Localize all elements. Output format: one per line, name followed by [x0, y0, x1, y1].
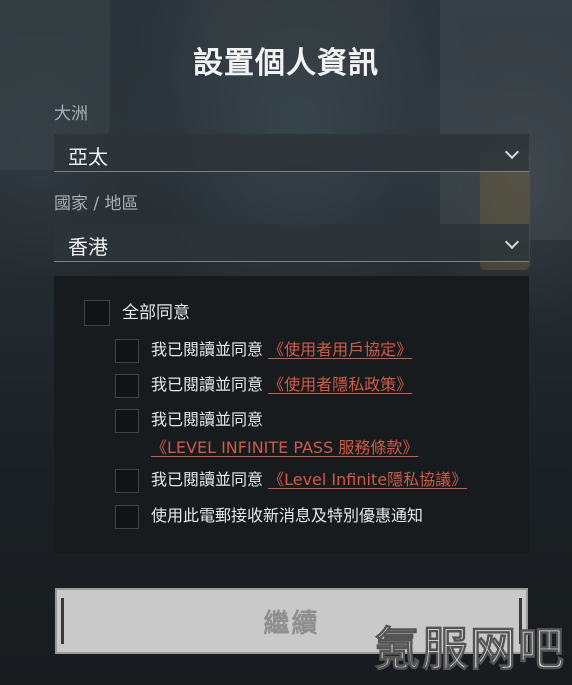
agreement-prefix: 我已閱讀並同意 [151, 470, 264, 489]
chevron-down-icon [504, 144, 520, 160]
agree-all-label: 全部同意 [122, 303, 190, 323]
privacy-policy-link[interactable]: 《使用者隱私政策》 [268, 375, 412, 394]
page-title: 設置個人資訊 [193, 46, 379, 81]
agreement-label: 我已閱讀並同意 《使用者用戶協定》 [151, 339, 412, 361]
agree-all-checkbox[interactable] [84, 300, 110, 326]
user-agreement-link[interactable]: 《使用者用戶協定》 [268, 340, 412, 359]
button-edge [61, 598, 64, 644]
agreement-row-level-infinite-privacy[interactable]: 我已閱讀並同意 《Level Infinite隱私協議》 [115, 469, 467, 493]
user-agreement-checkbox[interactable] [115, 339, 139, 363]
agreement-label: 我已閱讀並同意 《使用者隱私政策》 [151, 374, 412, 396]
agreement-row-marketing-email[interactable]: 使用此電郵接收新消息及特別優惠通知 [115, 505, 423, 529]
agreement-row-privacy-policy[interactable]: 我已閱讀並同意 《使用者隱私政策》 [115, 374, 412, 398]
privacy-policy-checkbox[interactable] [115, 374, 139, 398]
continue-label: 繼續 [263, 608, 320, 639]
watermark: 氪服网吧 [374, 622, 566, 677]
agreement-row-user-agreement[interactable]: 我已閱讀並同意 《使用者用戶協定》 [115, 339, 412, 363]
pass-terms-checkbox[interactable] [115, 409, 139, 433]
agreement-row-pass-terms[interactable]: 我已閱讀並同意 《LEVEL INFINITE PASS 服務條款》 [115, 409, 418, 459]
agreement-label: 我已閱讀並同意 《Level Infinite隱私協議》 [151, 469, 467, 491]
agreement-panel: 全部同意 我已閱讀並同意 《使用者用戶協定》 我已閱讀並同意 《使用者隱私政策》… [54, 276, 529, 553]
agreement-label: 我已閱讀並同意 《LEVEL INFINITE PASS 服務條款》 [151, 409, 418, 459]
agreement-prefix: 我已閱讀並同意 [151, 340, 264, 359]
region-label: 大洲 [54, 104, 88, 124]
marketing-email-label: 使用此電郵接收新消息及特別優惠通知 [151, 506, 424, 525]
pass-terms-link[interactable]: 《LEVEL INFINITE PASS 服務條款》 [151, 437, 418, 459]
country-value: 香港 [68, 235, 108, 259]
region-select[interactable]: 亞太 [54, 134, 529, 172]
chevron-down-icon [504, 234, 520, 250]
region-value: 亞太 [68, 145, 108, 169]
marketing-email-checkbox[interactable] [115, 505, 139, 529]
agreement-prefix: 我已閱讀並同意 [151, 410, 264, 429]
agree-all-row[interactable]: 全部同意 [84, 300, 190, 326]
agreement-prefix: 我已閱讀並同意 [151, 375, 264, 394]
level-infinite-privacy-link[interactable]: 《Level Infinite隱私協議》 [268, 470, 467, 489]
country-select[interactable]: 香港 [54, 224, 529, 262]
level-infinite-privacy-checkbox[interactable] [115, 469, 139, 493]
background-decoration [440, 0, 572, 240]
country-label: 國家 / 地區 [54, 194, 139, 214]
